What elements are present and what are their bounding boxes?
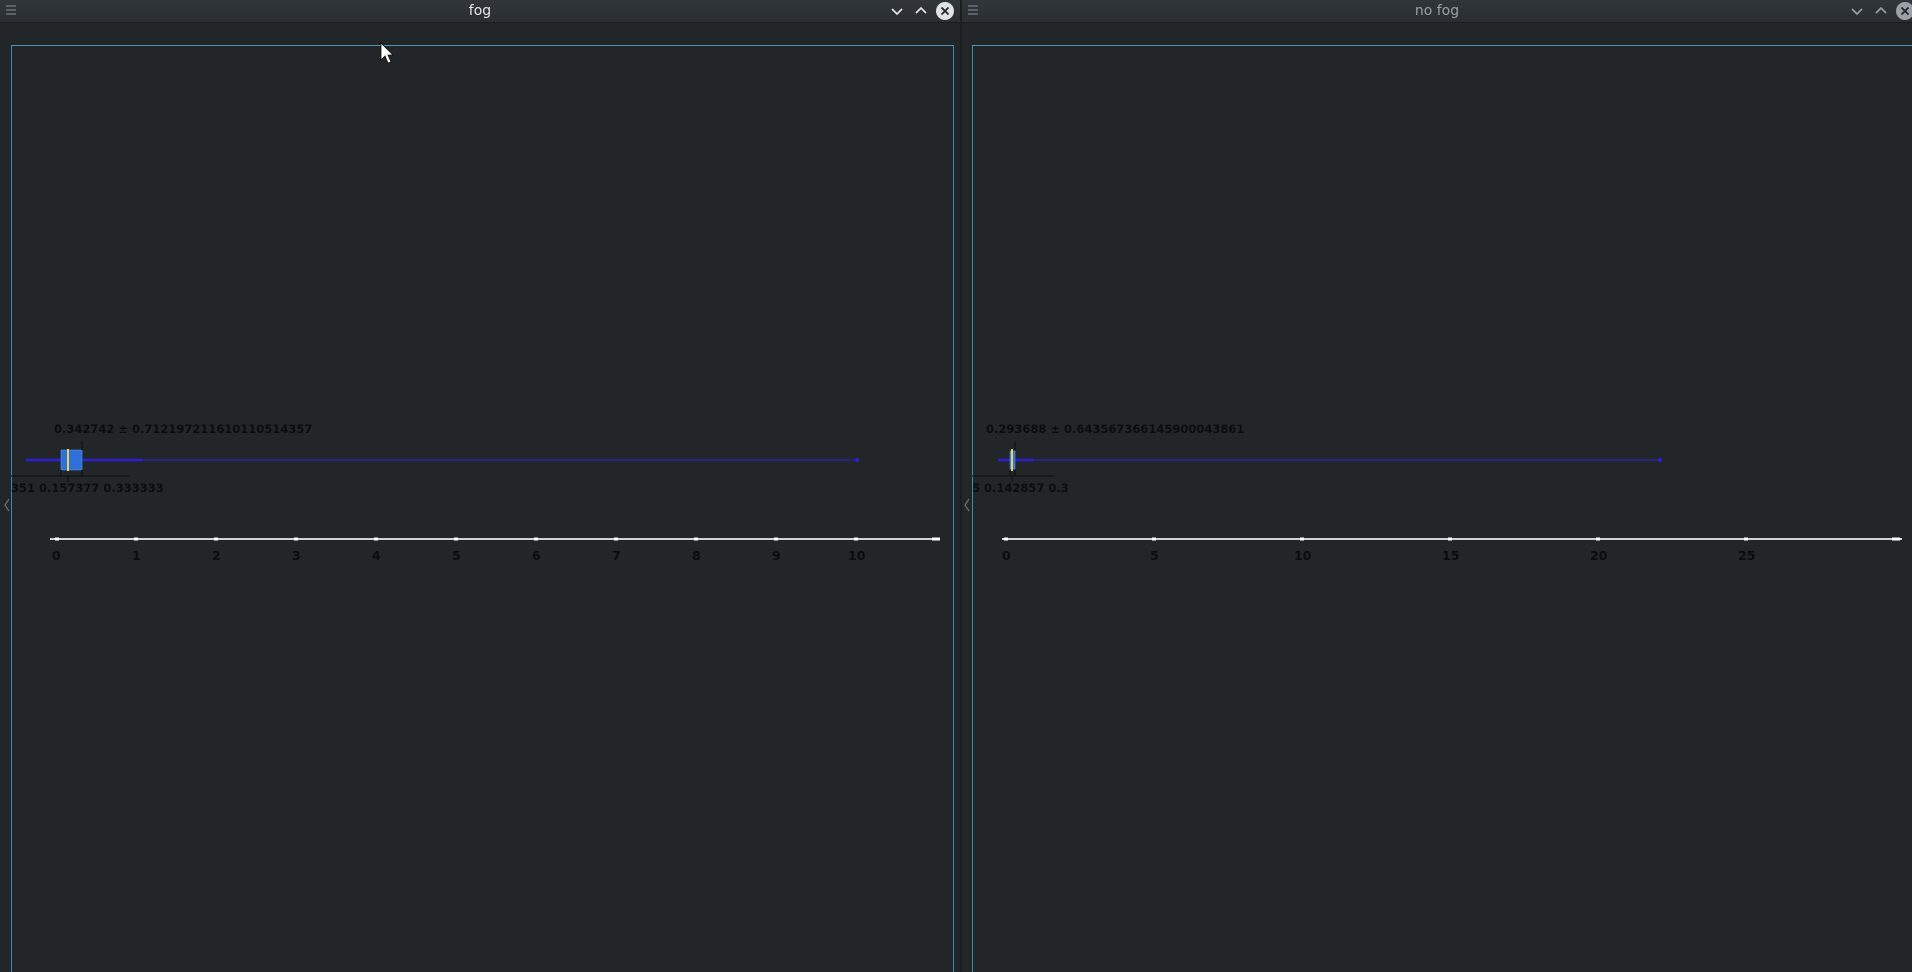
- scroll-left-icon[interactable]: [962, 0, 1912, 972]
- scroll-left-icon[interactable]: [0, 0, 960, 972]
- window-fog: fog 0.342742 ± 0.712197211610110514357 3…: [0, 0, 960, 972]
- window-no-fog: no fog 0.293688 ± 0.64356736614590004386…: [962, 0, 1912, 972]
